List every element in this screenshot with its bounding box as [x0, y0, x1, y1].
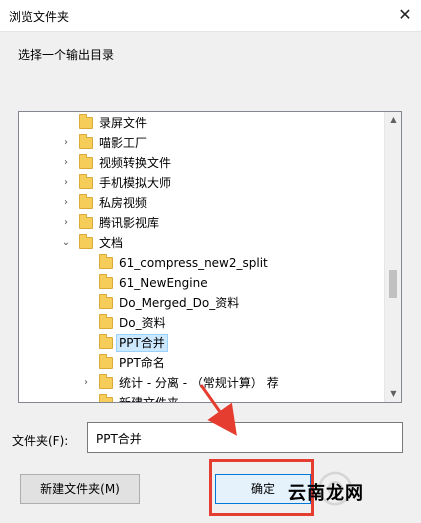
folder-tree[interactable]: 录屏文件 › 喵影工厂 › 视频转换文件 › 手机模拟大师 › 私房视频 › 腾讯影视库 ⌄ 文档 61_…: [18, 111, 402, 403]
tree-item[interactable]: PPT合并: [19, 333, 386, 353]
chevron-right-icon[interactable]: ›: [81, 376, 91, 390]
tree-item-label: 腾讯影视库: [99, 216, 160, 230]
tree-item[interactable]: 61_compress_new2_split: [19, 253, 386, 273]
folder-icon: [99, 254, 113, 269]
folder-icon: [99, 334, 113, 349]
folder-icon: [99, 354, 113, 369]
folder-icon: [79, 234, 93, 249]
tree-item-label: Do_Merged_Do_资料: [119, 296, 240, 310]
chevron-right-icon[interactable]: ›: [61, 196, 71, 210]
folder-tree-list: 录屏文件 › 喵影工厂 › 视频转换文件 › 手机模拟大师 › 私房视频 › 腾讯影视库 ⌄ 文档 61_…: [19, 112, 386, 403]
folder-icon: [99, 394, 113, 402]
title-bar: 浏览文件夹 ✕: [0, 0, 421, 32]
tree-item[interactable]: Do_资料: [19, 313, 386, 333]
folder-icon: [79, 174, 93, 189]
tree-item-label: 61_compress_new2_split: [119, 256, 268, 270]
tree-item-label: 61_NewEngine: [119, 276, 208, 290]
tree-item-label: 文档: [99, 236, 124, 250]
chevron-right-icon[interactable]: ›: [61, 216, 71, 230]
tree-item-label: PPT合并: [116, 334, 168, 352]
tree-item[interactable]: 61_NewEngine: [19, 273, 386, 293]
tree-item[interactable]: Do_Merged_Do_资料: [19, 293, 386, 313]
tree-item-label: PPT命名: [119, 356, 165, 370]
folder-icon: [99, 274, 113, 289]
tree-item-label: 新建文件夹: [119, 396, 180, 403]
tree-item[interactable]: › 喵影工厂: [19, 133, 386, 153]
folder-icon: [99, 294, 113, 309]
tree-item-label: 私房视频: [99, 196, 148, 210]
folder-icon: [79, 214, 93, 229]
folder-icon: [79, 194, 93, 209]
tree-item-label: 手机模拟大师: [99, 176, 172, 190]
tree-item-label: 视频转换文件: [99, 156, 172, 170]
folder-icon: [79, 114, 93, 129]
close-icon[interactable]: ✕: [389, 0, 421, 32]
tree-item[interactable]: ⌄ 文档: [19, 233, 386, 253]
scroll-thumb[interactable]: [389, 270, 397, 298]
tree-item-label: 录屏文件: [99, 116, 148, 130]
tree-item-label: Do_资料: [119, 316, 166, 330]
tree-item[interactable]: › 统计 - 分离 - （常规计算） 荐: [19, 373, 386, 393]
folder-icon: [99, 314, 113, 329]
tree-item[interactable]: PPT命名: [19, 353, 386, 373]
tree-item[interactable]: 新建文件夹: [19, 393, 386, 403]
folder-field-label: 文件夹(F):: [12, 434, 69, 448]
tree-item[interactable]: 录屏文件: [19, 113, 386, 133]
scroll-up-icon[interactable]: ▲: [385, 112, 401, 128]
window-title: 浏览文件夹: [9, 10, 70, 24]
watermark-text: 云南龙网: [288, 483, 364, 504]
chevron-right-icon[interactable]: ›: [61, 156, 71, 170]
scroll-down-icon[interactable]: ▼: [385, 386, 401, 402]
tree-item[interactable]: › 腾讯影视库: [19, 213, 386, 233]
folder-icon: [99, 374, 113, 389]
tree-item-label: 喵影工厂: [99, 136, 148, 150]
tree-item-label: 统计 - 分离 - （常规计算） 荐: [119, 376, 279, 390]
new-folder-button[interactable]: 新建文件夹(M): [20, 474, 140, 504]
chevron-right-icon[interactable]: ›: [61, 136, 71, 150]
chevron-right-icon[interactable]: ›: [61, 176, 71, 190]
tree-item[interactable]: › 视频转换文件: [19, 153, 386, 173]
folder-icon: [79, 154, 93, 169]
tree-item[interactable]: › 手机模拟大师: [19, 173, 386, 193]
folder-input[interactable]: PPT合并: [87, 422, 403, 453]
dialog-prompt: 选择一个输出目录: [18, 48, 115, 62]
folder-icon: [79, 134, 93, 149]
tree-scrollbar[interactable]: ▲ ▼: [384, 112, 401, 402]
chevron-down-icon[interactable]: ⌄: [61, 236, 71, 250]
tree-item[interactable]: › 私房视频: [19, 193, 386, 213]
